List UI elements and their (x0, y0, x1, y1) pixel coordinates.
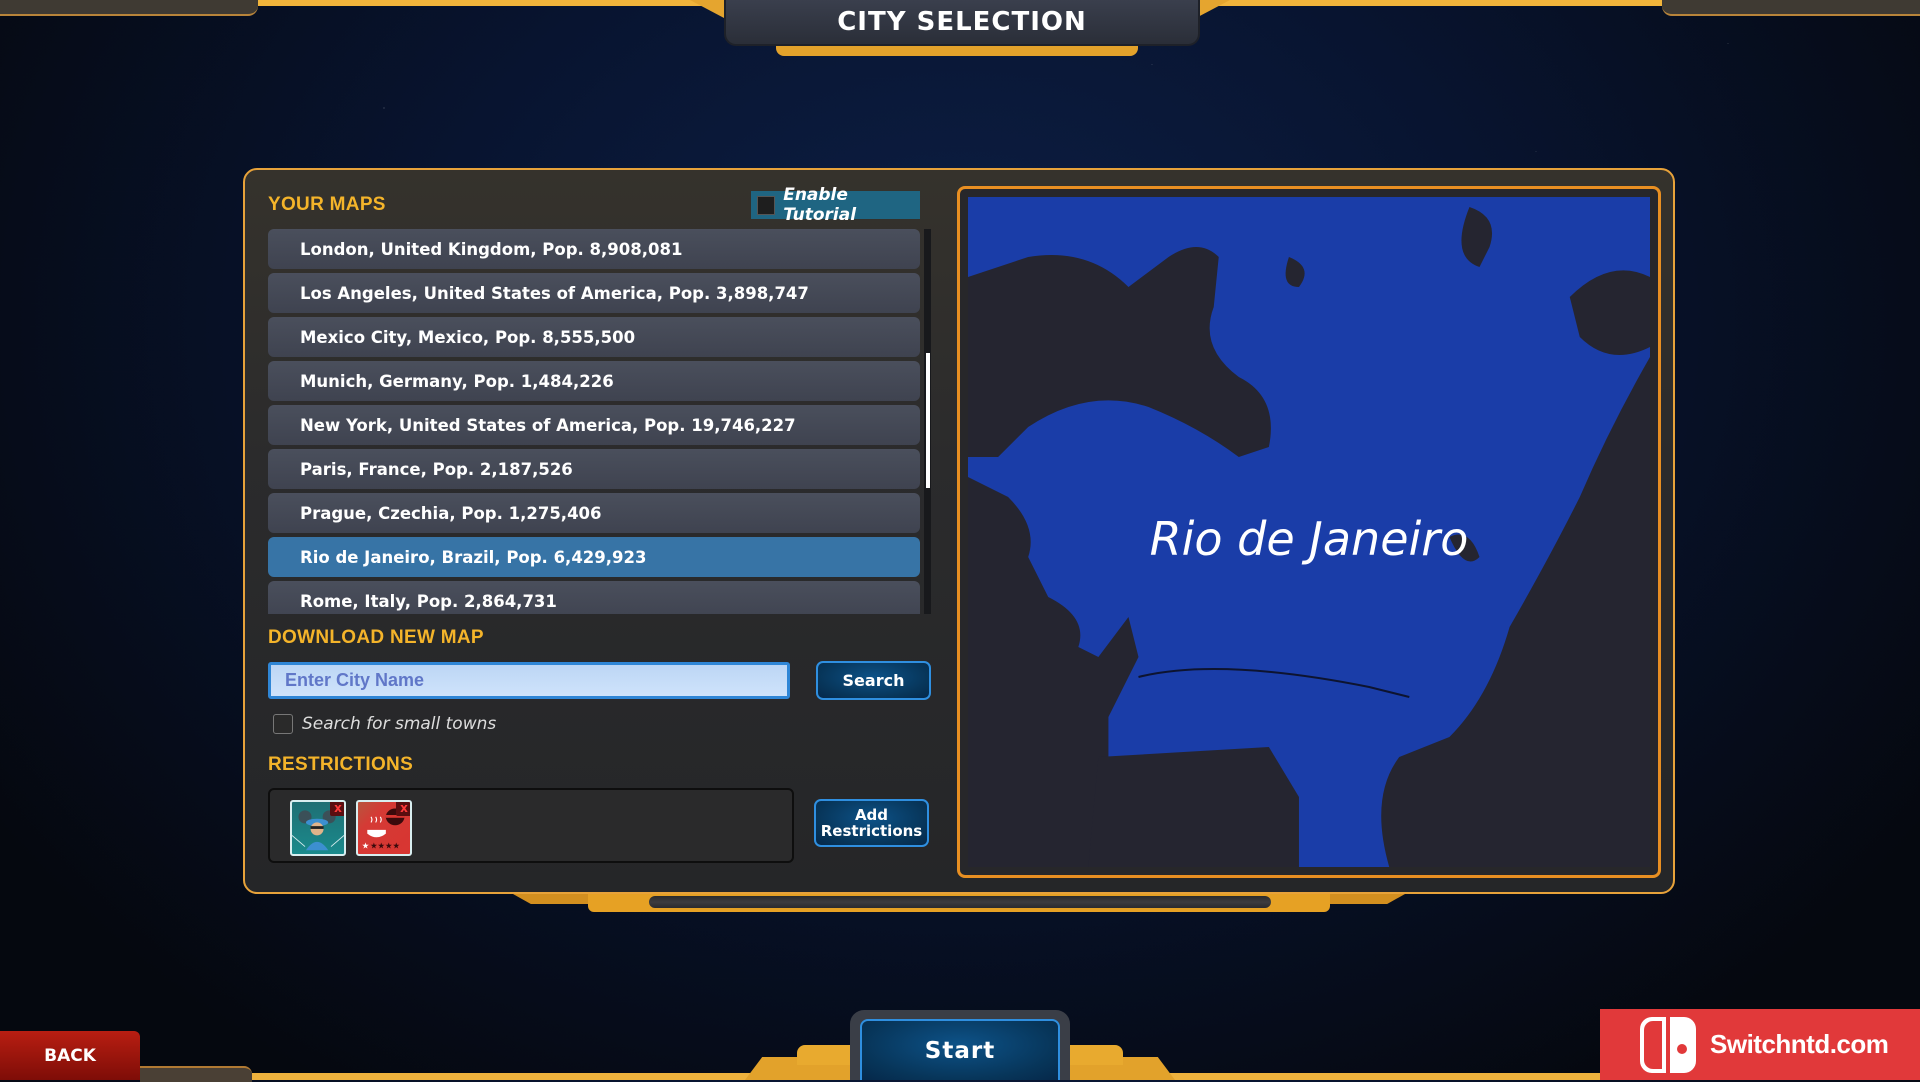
remove-restriction-icon[interactable]: x (330, 802, 344, 816)
map-list-item[interactable]: New York, United States of America, Pop.… (268, 405, 920, 445)
map-item-label: Rome, Italy, Pop. 2,864,731 (300, 591, 557, 611)
title-plate: CITY SELECTION (724, 0, 1200, 46)
watermark: Switchntd.com (1600, 1009, 1920, 1080)
map-list-item-selected[interactable]: Rio de Janeiro, Brazil, Pop. 6,429,923 (268, 537, 920, 577)
your-maps-title: YOUR MAPS (268, 194, 386, 215)
svg-text:★: ★ (362, 840, 369, 850)
switch-logo-icon (1640, 1016, 1696, 1073)
map-item-label: Los Angeles, United States of America, P… (300, 283, 809, 303)
small-towns-label: Search for small towns (302, 714, 497, 734)
download-new-map-title: DOWNLOAD NEW MAP (268, 627, 484, 648)
map-list-item[interactable]: Los Angeles, United States of America, P… (268, 273, 920, 313)
map-item-label: Mexico City, Mexico, Pop. 8,555,500 (300, 327, 636, 347)
top-right-chrome (1662, 0, 1920, 16)
search-button[interactable]: Search (816, 661, 931, 700)
enable-tutorial-checkbox[interactable]: Enable Tutorial (751, 185, 920, 225)
map-list-item[interactable]: Munich, Germany, Pop. 1,484,226 (268, 361, 920, 401)
small-towns-checkbox[interactable]: Search for small towns (273, 714, 496, 734)
map-item-label: London, United Kingdom, Pop. 8,908,081 (300, 239, 683, 259)
map-item-label: Rio de Janeiro, Brazil, Pop. 6,429,923 (300, 547, 647, 567)
back-button[interactable]: BACK (0, 1031, 140, 1080)
city-name-input[interactable] (268, 662, 790, 699)
restrictions-container: x ★ ★★★★ x (268, 788, 794, 863)
map-item-label: New York, United States of America, Pop.… (300, 415, 796, 435)
checkbox-icon (757, 195, 776, 215)
map-list-item[interactable]: Paris, France, Pop. 2,187,526 (268, 449, 920, 489)
map-preview-frame: Rio de Janeiro (957, 186, 1661, 878)
svg-text:★★★★: ★★★★ (370, 840, 400, 850)
top-left-chrome (0, 0, 258, 16)
map-city-name: Rio de Janeiro (1149, 512, 1469, 566)
map-item-label: Munich, Germany, Pop. 1,484,226 (300, 371, 614, 391)
maps-list-scroll-thumb[interactable] (926, 353, 930, 488)
remove-restriction-icon[interactable]: x (396, 802, 410, 816)
start-button[interactable]: Start (860, 1019, 1060, 1080)
checkbox-icon (273, 714, 293, 734)
restriction-card-restaurant[interactable]: ★ ★★★★ x (356, 800, 412, 856)
map-list-item[interactable]: Mexico City, Mexico, Pop. 8,555,500 (268, 317, 920, 357)
enable-tutorial-label: Enable Tutorial (783, 185, 857, 225)
restrictions-title: RESTRICTIONS (268, 754, 414, 775)
restriction-card-police[interactable]: x (290, 800, 346, 856)
add-restrictions-button[interactable]: Add Restrictions (814, 799, 929, 847)
map-list-item[interactable]: London, United Kingdom, Pop. 8,908,081 (268, 229, 920, 269)
watermark-text: Switchntd.com (1710, 1029, 1889, 1059)
map-list-item[interactable]: Prague, Czechia, Pop. 1,275,406 (268, 493, 920, 533)
maps-list[interactable]: London, United Kingdom, Pop. 8,908,081 L… (268, 229, 920, 614)
map-item-label: Prague, Czechia, Pop. 1,275,406 (300, 503, 602, 523)
horizontal-scrollbar[interactable] (649, 896, 1271, 908)
map-item-label: Paris, France, Pop. 2,187,526 (300, 459, 573, 479)
page-title: CITY SELECTION (837, 7, 1087, 37)
map-list-item[interactable]: Rome, Italy, Pop. 2,864,731 (268, 581, 920, 614)
map-preview[interactable]: Rio de Janeiro (968, 197, 1650, 867)
